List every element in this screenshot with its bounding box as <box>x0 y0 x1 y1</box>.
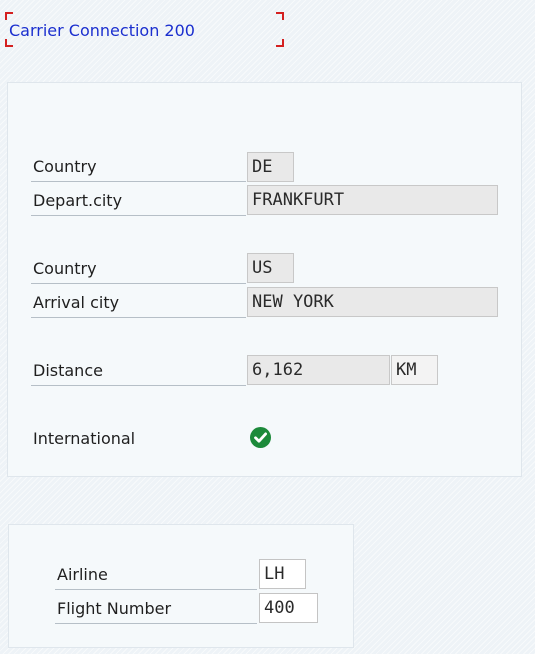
departure-country-label: Country <box>33 157 97 176</box>
arrival-country-underline <box>31 283 246 284</box>
arrival-country-field[interactable]: US <box>247 253 294 283</box>
flight-number-label: Flight Number <box>57 599 172 618</box>
flight-number-underline <box>55 623 257 624</box>
departure-city-label: Depart.city <box>33 191 123 210</box>
distance-underline <box>31 385 246 386</box>
page-title: Carrier Connection 200 <box>9 21 195 40</box>
flight-number-field[interactable]: 400 <box>259 593 318 623</box>
arrival-city-label: Arrival city <box>33 293 120 312</box>
departure-city-underline <box>31 215 246 216</box>
airline-underline <box>55 589 257 590</box>
distance-label: Distance <box>33 361 103 380</box>
departure-country-underline <box>31 181 246 182</box>
distance-unit-field[interactable]: KM <box>391 355 438 385</box>
airline-label: Airline <box>57 565 108 584</box>
airline-field[interactable]: LH <box>259 559 306 589</box>
arrival-city-field[interactable]: NEW YORK <box>247 287 498 317</box>
distance-field[interactable]: 6,162 <box>247 355 390 385</box>
arrival-city-underline <box>31 317 246 318</box>
departure-country-field[interactable]: DE <box>247 152 294 182</box>
focus-corner-top-right <box>276 12 284 20</box>
focus-corner-top-left <box>5 12 13 20</box>
title-bar: Carrier Connection 200 <box>0 0 535 62</box>
departure-city-field[interactable]: FRANKFURT <box>247 185 498 215</box>
arrival-country-label: Country <box>33 259 97 278</box>
focus-corner-bottom-right <box>276 39 284 47</box>
focus-corner-bottom-left <box>5 39 13 47</box>
checkmark-circle-icon[interactable] <box>250 427 271 448</box>
international-label: International <box>33 429 136 448</box>
